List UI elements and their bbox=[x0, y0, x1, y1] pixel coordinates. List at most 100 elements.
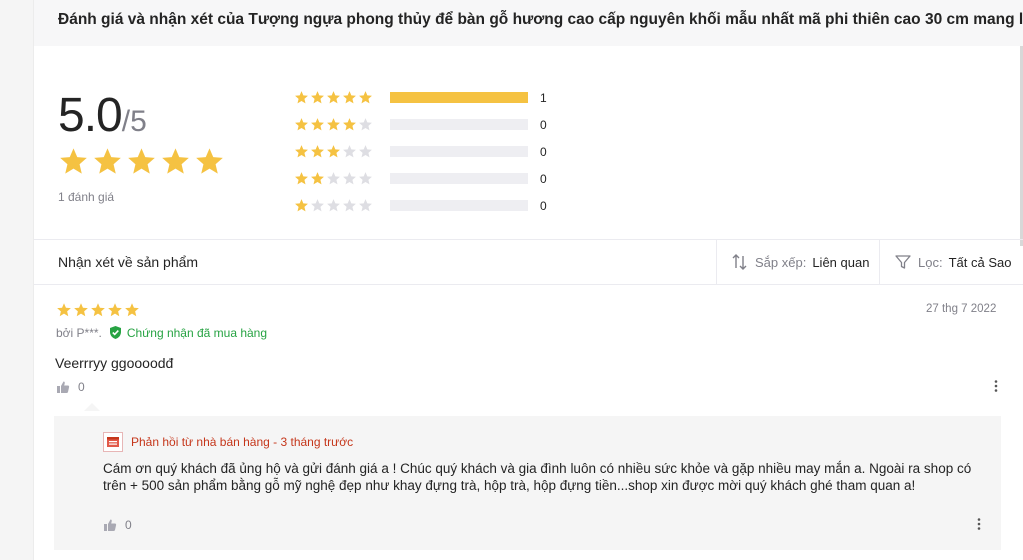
star-filled-icon bbox=[94, 148, 121, 174]
filter-icon bbox=[895, 255, 911, 269]
distribution-bar bbox=[390, 200, 528, 211]
more-vertical-icon bbox=[977, 518, 981, 530]
verified-shield-icon bbox=[109, 326, 121, 339]
verified-purchase-badge: Chứng nhận đã mua hàng bbox=[108, 325, 267, 340]
reviews-panel: Đánh giá và nhận xét của Tượng ngựa phon… bbox=[33, 0, 1023, 560]
star-filled-icon bbox=[128, 148, 155, 174]
more-vertical-icon bbox=[994, 380, 998, 392]
average-score: 5.0/5 bbox=[58, 88, 147, 143]
review-item: 27 thg 7 2022 bởi P***. Chứng nhận đã mu… bbox=[34, 285, 1023, 560]
star-filled-icon bbox=[108, 303, 122, 317]
star-filled-icon bbox=[57, 303, 71, 317]
filter-value: Tất cả Sao bbox=[948, 254, 1012, 270]
star-empty-icon bbox=[327, 172, 340, 185]
star-filled-icon bbox=[91, 303, 105, 317]
distribution-bar bbox=[390, 173, 528, 184]
thumbs-up-icon bbox=[104, 519, 117, 531]
sort-label: Sắp xếp: bbox=[755, 254, 807, 270]
review-stars bbox=[56, 302, 140, 318]
rating-distribution: 1 0 0 0 0 bbox=[294, 84, 560, 219]
reply-pointer bbox=[84, 403, 100, 411]
distribution-count: 0 bbox=[540, 171, 547, 186]
reply-like-button[interactable]: 0 bbox=[103, 518, 132, 532]
distribution-count: 0 bbox=[540, 117, 547, 132]
seller-reply: Phản hồi từ nhà bán hàng - 3 tháng trước… bbox=[54, 416, 1001, 550]
average-stars bbox=[58, 146, 225, 177]
filter-label: Lọc: bbox=[918, 254, 943, 270]
star-filled-icon bbox=[162, 148, 189, 174]
distribution-bar bbox=[390, 92, 528, 103]
verified-text: Chứng nhận đã mua hàng bbox=[126, 325, 268, 340]
star-empty-icon bbox=[359, 172, 372, 185]
star-filled-icon bbox=[327, 118, 340, 131]
sort-dropdown[interactable]: Sắp xếp: Liên quan bbox=[716, 240, 879, 284]
page-title: Đánh giá và nhận xét của Tượng ngựa phon… bbox=[34, 0, 1023, 46]
distribution-row-4-star: 0 bbox=[294, 111, 560, 138]
distribution-stars bbox=[294, 198, 390, 213]
star-filled-icon bbox=[60, 148, 87, 174]
star-filled-icon bbox=[295, 118, 308, 131]
star-filled-icon bbox=[311, 118, 324, 131]
seller-reply-header: Phản hồi từ nhà bán hàng - 3 tháng trước bbox=[103, 432, 353, 452]
like-button[interactable]: 0 bbox=[56, 380, 85, 394]
distribution-row-5-star: 1 bbox=[294, 84, 560, 111]
distribution-count: 0 bbox=[540, 144, 547, 159]
distribution-stars bbox=[294, 117, 390, 132]
star-empty-icon bbox=[311, 199, 324, 212]
star-filled-icon bbox=[295, 172, 308, 185]
review-filter-bar: Nhận xét về sản phẩm Sắp xếp: Liên quan … bbox=[34, 239, 1023, 285]
review-count: 1 đánh giá bbox=[58, 190, 115, 204]
star-filled-icon bbox=[359, 91, 372, 104]
reply-like-count: 0 bbox=[125, 518, 132, 532]
star-filled-icon bbox=[311, 145, 324, 158]
distribution-bar bbox=[390, 146, 528, 157]
star-filled-icon bbox=[125, 303, 139, 317]
seller-reply-text: Cám ơn quý khách đã ủng hộ và gửi đánh g… bbox=[103, 461, 972, 493]
star-filled-icon bbox=[343, 118, 356, 131]
distribution-row-1-star: 0 bbox=[294, 192, 560, 219]
distribution-stars bbox=[294, 171, 390, 186]
review-date: 27 thg 7 2022 bbox=[926, 303, 997, 315]
star-filled-icon bbox=[311, 91, 324, 104]
like-count: 0 bbox=[78, 380, 85, 394]
seller-reply-title: Phản hồi từ nhà bán hàng - 3 tháng trước bbox=[131, 435, 354, 449]
rating-summary: 5.0/5 1 đánh giá 1 0 0 0 0 bbox=[34, 46, 1023, 240]
distribution-count: 1 bbox=[540, 90, 547, 105]
star-empty-icon bbox=[359, 118, 372, 131]
distribution-bar-fill bbox=[390, 92, 528, 103]
star-empty-icon bbox=[327, 199, 340, 212]
star-filled-icon bbox=[295, 91, 308, 104]
star-filled-icon bbox=[343, 91, 356, 104]
distribution-row-3-star: 0 bbox=[294, 138, 560, 165]
reviews-heading: Nhận xét về sản phẩm bbox=[58, 254, 199, 270]
star-filled-icon bbox=[295, 199, 308, 212]
star-filled-icon bbox=[327, 145, 340, 158]
star-filter-dropdown[interactable]: Lọc: Tất cả Sao bbox=[879, 240, 1023, 284]
reply-more-options-button[interactable] bbox=[972, 516, 986, 532]
star-empty-icon bbox=[343, 145, 356, 158]
sort-value: Liên quan bbox=[812, 254, 870, 270]
star-filled-icon bbox=[327, 91, 340, 104]
star-empty-icon bbox=[359, 145, 372, 158]
distribution-bar bbox=[390, 119, 528, 130]
star-empty-icon bbox=[343, 199, 356, 212]
shop-icon bbox=[107, 437, 119, 447]
star-filled-icon bbox=[196, 148, 223, 174]
review-author-line: bởi P***. Chứng nhận đã mua hàng bbox=[56, 325, 267, 340]
distribution-stars bbox=[294, 144, 390, 159]
average-score-max: /5 bbox=[121, 105, 147, 138]
review-author: bởi P***. bbox=[56, 325, 102, 340]
distribution-count: 0 bbox=[540, 198, 547, 213]
distribution-row-2-star: 0 bbox=[294, 165, 560, 192]
review-text: Veerrryy ggoooodđ bbox=[55, 355, 174, 371]
star-empty-icon bbox=[343, 172, 356, 185]
star-filled-icon bbox=[295, 145, 308, 158]
review-more-options-button[interactable] bbox=[989, 378, 1003, 394]
thumbs-up-icon bbox=[57, 381, 70, 393]
distribution-stars bbox=[294, 90, 390, 105]
star-filled-icon bbox=[311, 172, 324, 185]
star-filled-icon bbox=[74, 303, 88, 317]
sort-icon bbox=[732, 254, 747, 270]
shop-avatar bbox=[103, 432, 123, 452]
star-empty-icon bbox=[359, 199, 372, 212]
